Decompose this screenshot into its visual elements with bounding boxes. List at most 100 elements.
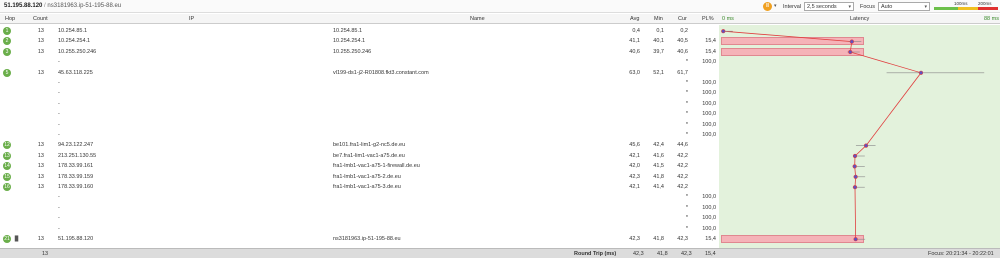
interval-select[interactable]: 2,5 seconds ▾ (804, 2, 854, 11)
cell-pl: 100,0 (702, 100, 716, 107)
cell-avg: 42,0 (629, 163, 640, 170)
table-row[interactable]: 21 ▐▌ 13 51.195.88.120 ns3181963.ip-51-195-8… (0, 234, 719, 244)
cell-pl: 100,0 (702, 194, 716, 201)
cell-ip: 213.251.130.55 (58, 152, 97, 159)
cell-cur: * (685, 59, 688, 66)
table-row[interactable]: 15 13 178.33.99.159 fra1-lmb1-vac1-a75-2.de… (0, 172, 719, 182)
latency-point (721, 29, 726, 34)
cell-min: 41,5 (653, 163, 664, 170)
table-row[interactable]: 3 13 10.255.250.246 10.255.250.246 40,6 39,7 4… (0, 47, 719, 57)
cell-min: 40,1 (653, 38, 664, 45)
footer-bar: 13 Round Trip (ms) 42,3 41,8 42,3 15,4 F… (0, 248, 1000, 258)
chevron-down-icon[interactable]: ▾ (774, 3, 777, 9)
cell-cur: 42,2 (677, 152, 688, 159)
top-toolbar: 51.195.88.120 / ns3181963.ip-51-195-88.e… (0, 0, 1000, 13)
table-row[interactable]: - * 100,0 (0, 130, 719, 140)
cell-name: 10.255.250.246 (333, 48, 372, 55)
cell-ip: - (58, 80, 60, 86)
table-row[interactable]: - * 100,0 (0, 120, 719, 130)
hop-badge: 3 (3, 47, 11, 56)
cell-ip: 178.33.99.160 (58, 184, 94, 190)
cell-count: 13 (37, 69, 44, 76)
cell-min: 0,1 (656, 28, 664, 34)
latency-graph (721, 29, 985, 242)
hop-badge: 16 (3, 183, 11, 191)
table-row[interactable]: - * 100,0 (0, 192, 719, 202)
cell-cur: * (685, 90, 688, 97)
col-latency[interactable]: Latency (850, 16, 869, 22)
cell-cur: * (685, 225, 688, 232)
cell-name: 10.254.254.1 (333, 38, 366, 45)
footer-focus: Focus: 20:21:34 - 20:22:01 (928, 251, 994, 257)
table-row[interactable]: 13 13 213.251.130.55 be7.fra1-lim1-vac1-a75… (0, 151, 719, 161)
table-row[interactable]: 5 13 45.63.118.225 vl199-ds1-j2-R01808.fkt3… (0, 68, 719, 78)
table-row[interactable]: - * 100,0 (0, 224, 719, 234)
table-row[interactable]: 1 13 10.254.85.1 10.254.85.1 0,4 0,1 0,2 (0, 26, 719, 36)
cell-cur: * (685, 204, 688, 211)
hop-badge: 13 (3, 151, 11, 160)
table-row[interactable]: - * 100,0 (0, 213, 719, 223)
cell-count: 13 (37, 28, 44, 34)
legend-200ms: 200ms (978, 1, 992, 6)
col-hop[interactable]: Hop (5, 16, 15, 22)
cell-pl: 100,0 (702, 225, 716, 232)
cell-count: 13 (37, 163, 44, 170)
table-row[interactable]: 14 13 178.33.99.161 fra1-lmb1-vac1-a75-1-fi… (0, 161, 719, 171)
col-min[interactable]: Min (654, 16, 663, 22)
cell-name: vl199-ds1-j2-R01808.fkt3.constant.com (333, 69, 429, 76)
cell-pl: 100,0 (702, 204, 716, 211)
cell-name: 10.254.85.1 (333, 28, 363, 34)
table-row[interactable]: - * 100,0 (0, 57, 719, 67)
cell-cur: * (685, 100, 688, 107)
cell-name: be101.fra1-lim1-g2-nc5.de.eu (333, 142, 406, 149)
table-row[interactable]: - * 100,0 (0, 88, 719, 98)
cell-cur: * (685, 215, 688, 222)
cell-min: 39,7 (653, 48, 664, 55)
table-row[interactable]: - * 100,0 (0, 203, 719, 213)
latency-point (918, 70, 924, 75)
bar-chart-icon[interactable]: ▐▌ (13, 236, 20, 242)
cell-count: 13 (37, 142, 44, 149)
table-row[interactable]: 2 13 10.254.254.1 10.254.254.1 41,1 40,1 40,5 1… (0, 36, 719, 46)
cell-name: fra1-lmb1-vac1-a75-2.de.eu (333, 173, 401, 180)
col-name[interactable]: Name (470, 16, 485, 22)
cell-cur: 40,6 (677, 48, 688, 55)
table-row[interactable]: - * 100,0 (0, 109, 719, 119)
col-avg[interactable]: Avg (630, 16, 639, 22)
pause-button[interactable]: II (763, 2, 772, 11)
cell-count: 13 (37, 48, 44, 55)
hop-badge: 5 (3, 68, 11, 77)
cell-avg: 42,3 (629, 236, 640, 242)
table-row[interactable]: 12 13 94.23.122.247 be101.fra1-lim1-g2-nc5.… (0, 140, 719, 150)
table-row[interactable]: - * 100,0 (0, 78, 719, 88)
latency-point (852, 164, 857, 169)
cell-avg: 42,3 (629, 173, 640, 180)
cell-pl: 100,0 (702, 90, 716, 97)
latency-line (723, 30, 922, 240)
table-row[interactable]: - * 100,0 (0, 99, 719, 109)
footer-pl: 15,4 (705, 251, 716, 257)
latency-point (853, 174, 858, 179)
col-ip[interactable]: IP (189, 16, 194, 22)
hop-badge: 15 (3, 172, 11, 181)
cell-min: 52,1 (653, 69, 664, 76)
cell-ip: - (58, 225, 60, 232)
cell-ip: - (58, 215, 60, 222)
col-pl[interactable]: PL% (702, 16, 714, 22)
hop-badge: 21 (3, 235, 11, 243)
cell-ip: - (58, 111, 60, 118)
col-cur[interactable]: Cur (678, 16, 687, 22)
hop-badge: 12 (3, 141, 11, 150)
focus-select[interactable]: Auto ▾ (878, 2, 930, 11)
col-count[interactable]: Count (33, 16, 48, 22)
cell-cur: * (685, 80, 688, 86)
column-header: Hop Count IP Name Avg Min Cur PL% 0 ms L… (0, 14, 1000, 24)
cell-pl: 100,0 (702, 59, 716, 66)
cell-ip: 45.63.118.225 (58, 69, 93, 76)
scale-max: 88 ms (984, 16, 999, 22)
cell-ip: 178.33.99.159 (58, 173, 94, 180)
legend-yellow-bar (958, 7, 978, 10)
title-separator: / (44, 3, 46, 9)
latency-point (852, 185, 858, 190)
table-row[interactable]: 16 13 178.33.99.160 fra1-lmb1-vac1-a75-3.de… (0, 182, 719, 192)
